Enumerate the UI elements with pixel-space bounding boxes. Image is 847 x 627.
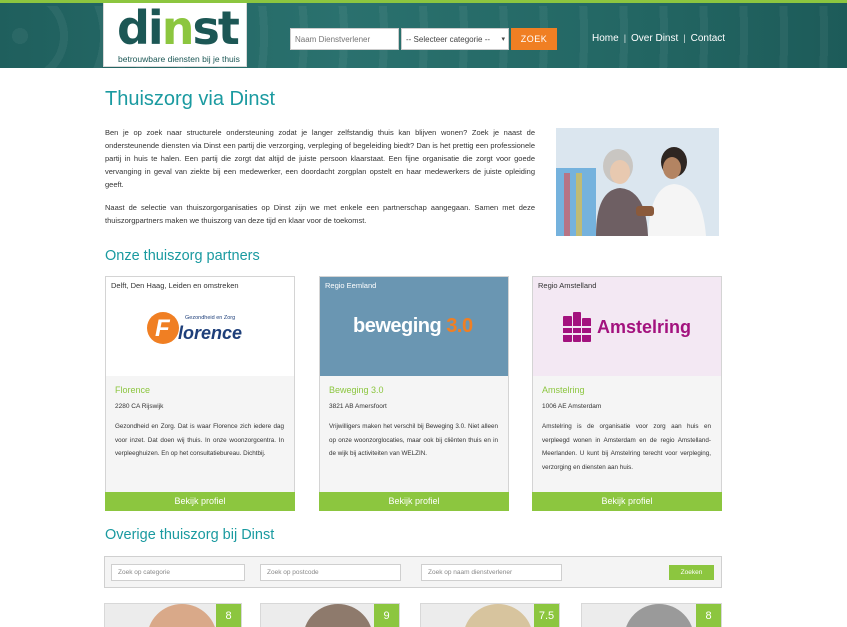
partner-card-florence[interactable]: Delft, Den Haag, Leiden en omstreken F G…: [105, 276, 295, 511]
provider-photo: [303, 604, 373, 627]
logo-tagline: betrouwbare diensten bij je thuis: [118, 54, 240, 64]
nav-separator: |: [623, 33, 627, 43]
page-title: Thuiszorg via Dinst: [105, 88, 276, 110]
top-navigation: Home | Over Dinst | Contact: [592, 33, 725, 44]
nav-contact[interactable]: Contact: [691, 33, 725, 44]
beweging-logo: beweging 3.0: [353, 315, 473, 338]
caregiver-photo: [556, 128, 719, 236]
zoeken-button[interactable]: Zoeken: [669, 565, 714, 580]
partner-name[interactable]: Florence: [115, 385, 150, 395]
provider-photo: [147, 604, 217, 627]
beweging-logo-number: 3.0: [446, 315, 473, 337]
provider-card[interactable]: 8: [104, 603, 242, 627]
partner-card-logo-area: Regio Amstelland Amstelring: [533, 277, 721, 376]
florence-logo-tagline: Gezondheid en Zorg: [185, 315, 236, 321]
partner-description: Amstelring is de organisatie voor zorg a…: [542, 423, 711, 471]
nav-over-dinst[interactable]: Over Dinst: [631, 33, 678, 44]
nav-separator: |: [683, 33, 686, 43]
partner-region: Regio Amstelland: [538, 281, 597, 290]
amstelring-logo: Amstelring: [563, 311, 703, 343]
partner-card-logo-area: Regio Eemland beweging 3.0: [320, 277, 508, 376]
partner-card-body: Florence 2280 CA Rijswijk Gezondheid en …: [106, 376, 294, 492]
name-filter-input[interactable]: Zoek op naam dienstverlener: [421, 564, 562, 581]
other-providers-title: Overige thuiszorg bij Dinst: [105, 527, 275, 543]
beweging-logo-text: beweging: [353, 315, 442, 337]
logo-wordmark: dinst: [117, 1, 240, 55]
partner-address: 1006 AE Amsterdam: [542, 403, 602, 410]
view-profile-button[interactable]: Bekijk profiel: [105, 492, 295, 511]
provider-card[interactable]: 8: [581, 603, 722, 627]
category-select-value: -- Selecteer categorie --: [406, 35, 491, 44]
partner-card-amstelring[interactable]: Regio Amstelland Amstelring Amstelring 1…: [532, 276, 722, 511]
intro-paragraph: Ben je op zoek naar structurele onderste…: [105, 128, 535, 189]
partner-card-body: Beweging 3.0 3821 AB Amersfoort Vrijwill…: [320, 376, 508, 492]
florence-logo-f: F: [155, 315, 170, 342]
florence-logo-text: lorence: [178, 323, 243, 343]
partner-name[interactable]: Beweging 3.0: [329, 385, 384, 395]
category-select[interactable]: -- Selecteer categorie -- ▾: [401, 28, 509, 50]
partner-card-logo-area: Delft, Den Haag, Leiden en omstreken F G…: [106, 277, 294, 376]
provider-card[interactable]: 9: [260, 603, 400, 627]
rating-badge: 9: [374, 604, 399, 627]
florence-logo: F Gezondheid en Zorg lorence: [147, 311, 257, 345]
amstelring-logo-mark: [563, 312, 591, 342]
provider-name-input[interactable]: [290, 28, 399, 50]
intro-text: Ben je op zoek naar structurele onderste…: [105, 126, 535, 237]
view-profile-button[interactable]: Bekijk profiel: [532, 492, 722, 511]
partner-region: Regio Eemland: [325, 281, 377, 290]
partner-address: 2280 CA Rijswijk: [115, 403, 164, 410]
provider-photo: [463, 604, 533, 627]
partners-title: Onze thuiszorg partners: [105, 248, 260, 264]
category-filter-input[interactable]: Zoek op categorie: [111, 564, 245, 581]
rating-badge: 7.5: [534, 604, 559, 627]
partner-region: Delft, Den Haag, Leiden en omstreken: [111, 281, 239, 290]
partner-card-beweging[interactable]: Regio Eemland beweging 3.0 Beweging 3.0 …: [319, 276, 509, 511]
partner-name[interactable]: Amstelring: [542, 385, 585, 395]
zoek-button[interactable]: ZOEK: [511, 28, 557, 50]
partner-card-body: Amstelring 1006 AE Amsterdam Amstelring …: [533, 376, 721, 492]
partner-description: Gezondheid en Zorg. Dat is waar Florence…: [115, 423, 284, 457]
nav-home[interactable]: Home: [592, 33, 619, 44]
provider-photo: [624, 604, 694, 627]
rating-badge: 8: [216, 604, 241, 627]
filter-bar: Zoek op categorie Zoek op postcode Zoek …: [104, 556, 722, 588]
postcode-filter-input[interactable]: Zoek op postcode: [260, 564, 401, 581]
partner-address: 3821 AB Amersfoort: [329, 403, 387, 410]
rating-badge: 8: [696, 604, 721, 627]
intro-paragraph: Naast de selectie van thuiszorgorganisat…: [105, 203, 535, 225]
partner-description: Vrijwilligers maken het verschil bij Bew…: [329, 423, 498, 457]
caregiver-photo-illustration: [556, 128, 719, 236]
amstelring-logo-text: Amstelring: [597, 317, 692, 337]
view-profile-button[interactable]: Bekijk profiel: [319, 492, 509, 511]
dinst-logo[interactable]: dinst betrouwbare diensten bij je thuis: [103, 3, 247, 67]
chevron-down-icon: ▾: [501, 36, 505, 43]
provider-card[interactable]: 7.5: [420, 603, 560, 627]
